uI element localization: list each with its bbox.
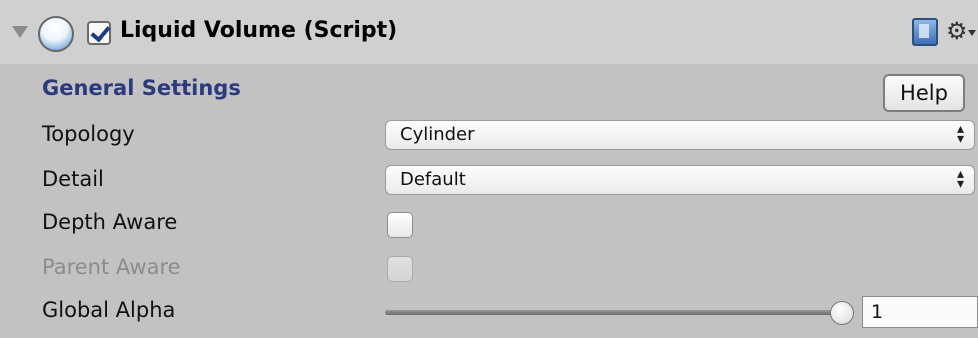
parent-aware-label: Parent Aware: [42, 255, 181, 279]
help-button[interactable]: Help: [883, 74, 965, 112]
liquid-sphere-icon: [38, 16, 74, 52]
detail-value: Default: [400, 169, 466, 190]
foldout-triangle-icon[interactable]: [12, 26, 28, 38]
global-alpha-value: 1: [871, 301, 884, 323]
section-title: General Settings: [42, 76, 241, 100]
gear-icon[interactable]: ⚙: [946, 18, 968, 44]
topology-value: Cylinder: [400, 124, 475, 145]
depth-aware-checkbox[interactable]: [387, 212, 413, 238]
topology-dropdown[interactable]: Cylinder ▴ ▾: [385, 120, 975, 150]
component-enabled-checkbox[interactable]: [87, 21, 111, 45]
updown-arrows-icon: ▴ ▾: [956, 166, 964, 192]
detail-dropdown[interactable]: Default ▴ ▾: [385, 165, 975, 195]
detail-label: Detail: [42, 167, 104, 191]
topology-label: Topology: [42, 122, 135, 146]
global-alpha-slider-track[interactable]: [385, 310, 845, 315]
parent-aware-checkbox: [387, 256, 413, 282]
updown-arrows-icon: ▴ ▾: [956, 121, 964, 147]
component-title: Liquid Volume (Script): [120, 18, 398, 43]
global-alpha-slider-thumb[interactable]: [830, 301, 854, 325]
global-alpha-label: Global Alpha: [42, 298, 176, 322]
depth-aware-label: Depth Aware: [42, 210, 178, 234]
chevron-down-icon: [968, 30, 976, 36]
component-header: Liquid Volume (Script) ⚙: [0, 0, 978, 64]
global-alpha-field[interactable]: 1: [862, 296, 978, 328]
book-icon[interactable]: [912, 18, 938, 46]
